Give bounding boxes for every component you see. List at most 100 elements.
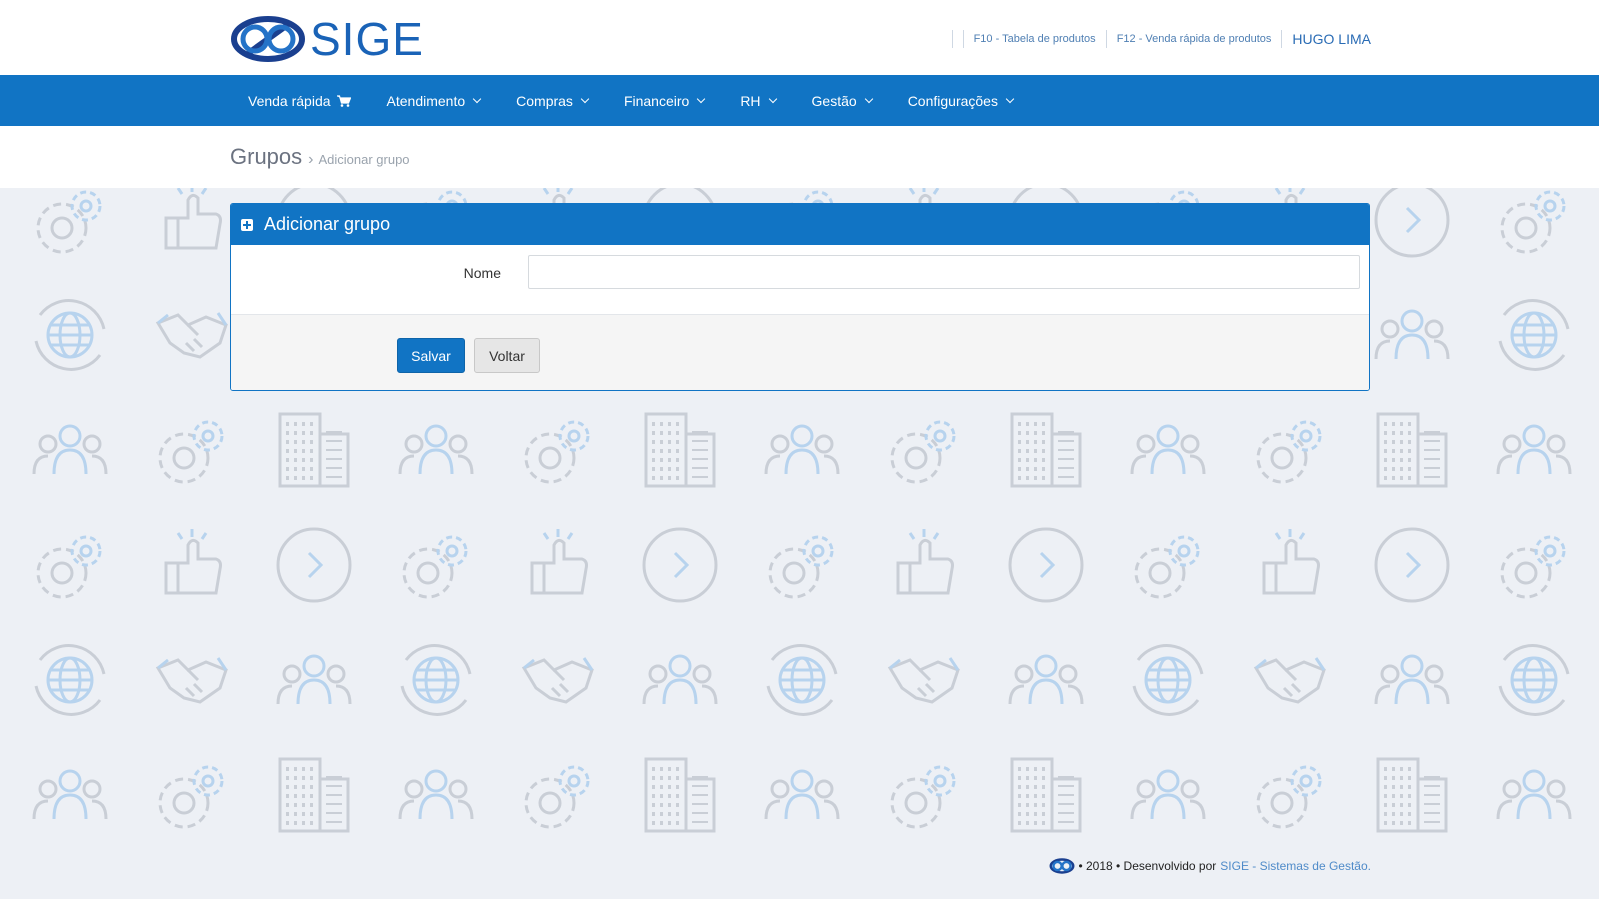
cart-icon	[336, 94, 351, 107]
chevron-down-icon	[768, 94, 777, 103]
gear-pattern-icon	[158, 420, 224, 484]
people-pattern-icon	[1130, 769, 1206, 820]
building-pattern-icon	[278, 412, 350, 488]
thumb-pattern-icon	[164, 188, 222, 250]
gear-pattern-icon	[36, 190, 102, 254]
footer-text: • 2018 • Desenvolvido por	[1078, 859, 1217, 873]
people-pattern-icon	[398, 424, 474, 475]
thumb-pattern-icon	[164, 529, 222, 595]
thumb-pattern-icon	[1262, 529, 1320, 595]
globe-pattern-icon	[1498, 644, 1570, 716]
plus-square-icon	[241, 218, 253, 231]
gear-pattern-icon	[524, 420, 590, 484]
gear-pattern-icon	[1134, 535, 1200, 599]
people-pattern-icon	[398, 769, 474, 820]
sige-logo[interactable]: SIGE	[230, 16, 424, 62]
nav-compras[interactable]: Compras	[498, 75, 606, 126]
link-venda-rapida-produtos[interactable]: F12 - Venda rápida de produtos	[1117, 33, 1272, 45]
nav-label: Venda rápida	[248, 92, 331, 109]
hand-pattern-icon	[155, 657, 228, 704]
footer-sige-link[interactable]: SIGE - Sistemas de Gestão.	[1220, 859, 1371, 873]
link-tabela-produtos[interactable]: F10 - Tabela de produtos	[974, 33, 1096, 45]
infinity-logo-icon	[231, 16, 305, 62]
back-button[interactable]: Voltar	[474, 338, 540, 373]
nav-configuracoes[interactable]: Configurações	[890, 75, 1031, 126]
gear-pattern-icon	[524, 765, 590, 829]
nav-label: Financeiro	[623, 92, 690, 109]
main-nav: Venda rápida Atendimento Compras Finance…	[0, 75, 1599, 126]
gear-pattern-icon	[1256, 420, 1322, 484]
card-header: Adicionar grupo	[231, 204, 1369, 245]
globe-pattern-icon	[34, 644, 106, 716]
add-group-card: Adicionar grupo Nome Salvar Voltar	[230, 203, 1370, 391]
people-pattern-icon	[1130, 424, 1206, 475]
gear-pattern-icon	[1500, 190, 1566, 254]
building-pattern-icon	[644, 412, 716, 488]
hand-pattern-icon	[1253, 657, 1326, 704]
people-pattern-icon	[1374, 309, 1450, 360]
divider	[962, 30, 964, 48]
card-footer: Salvar Voltar	[231, 315, 1369, 390]
thumb-pattern-icon	[896, 529, 954, 595]
nav-gestao[interactable]: Gestão	[794, 75, 890, 126]
save-button[interactable]: Salvar	[397, 338, 465, 373]
building-pattern-icon	[1376, 757, 1448, 833]
circle-pattern-icon	[1008, 527, 1084, 603]
top-header: SIGE F10 - Tabela de produtos F12 - Vend…	[0, 0, 1599, 75]
breadcrumb: Grupos › Adicionar grupo	[230, 144, 410, 170]
globe-pattern-icon	[766, 644, 838, 716]
people-pattern-icon	[276, 654, 352, 705]
page-footer: • 2018 • Desenvolvido por SIGE - Sistema…	[1049, 858, 1371, 874]
divider	[1281, 30, 1283, 48]
building-pattern-icon	[278, 757, 350, 833]
nav-label: Configurações	[907, 92, 998, 109]
nav-financeiro[interactable]: Financeiro	[606, 75, 722, 126]
logo-text: SIGE	[310, 13, 424, 65]
globe-pattern-icon	[1498, 299, 1570, 371]
people-pattern-icon	[32, 769, 108, 820]
globe-pattern-icon	[34, 299, 106, 371]
circle-pattern-icon	[276, 527, 352, 603]
people-pattern-icon	[1008, 654, 1084, 705]
breadcrumb-current: Adicionar grupo	[318, 152, 410, 167]
people-pattern-icon	[642, 654, 718, 705]
gear-pattern-icon	[158, 765, 224, 829]
nav-rh[interactable]: RH	[722, 75, 793, 126]
gear-pattern-icon	[402, 535, 468, 599]
gear-pattern-icon	[1256, 765, 1322, 829]
breadcrumb-separator: ›	[308, 151, 314, 168]
chevron-down-icon	[864, 94, 873, 103]
people-pattern-icon	[764, 769, 840, 820]
thumb-pattern-icon	[530, 529, 588, 595]
nav-label: Gestão	[811, 92, 857, 109]
nav-label: Atendimento	[386, 92, 466, 109]
page-title[interactable]: Grupos	[230, 144, 302, 170]
nav-label: RH	[740, 92, 761, 109]
circle-pattern-icon	[642, 527, 718, 603]
divider	[951, 30, 953, 48]
gear-pattern-icon	[36, 535, 102, 599]
building-pattern-icon	[1376, 412, 1448, 488]
gear-pattern-icon	[890, 765, 956, 829]
circle-pattern-icon	[1374, 527, 1450, 603]
nav-venda-rapida[interactable]: Venda rápida	[230, 75, 369, 126]
building-pattern-icon	[1010, 757, 1082, 833]
chevron-down-icon	[580, 94, 590, 103]
hand-pattern-icon	[521, 657, 594, 704]
people-pattern-icon	[1374, 654, 1450, 705]
nav-atendimento[interactable]: Atendimento	[369, 75, 499, 126]
people-pattern-icon	[1496, 769, 1572, 820]
chevron-down-icon	[472, 94, 482, 103]
user-menu[interactable]: HUGO LIMA	[1292, 31, 1371, 47]
chevron-down-icon	[1005, 94, 1015, 103]
building-pattern-icon	[644, 757, 716, 833]
nome-label: Nome	[463, 265, 501, 281]
breadcrumb-bar: Grupos › Adicionar grupo	[0, 126, 1599, 188]
gear-pattern-icon	[890, 420, 956, 484]
globe-pattern-icon	[1132, 644, 1204, 716]
infinity-logo-icon	[1049, 858, 1075, 874]
nome-input[interactable]	[528, 255, 1360, 289]
gear-pattern-icon	[1500, 535, 1566, 599]
nav-label: Compras	[516, 92, 573, 109]
gear-pattern-icon	[768, 535, 834, 599]
